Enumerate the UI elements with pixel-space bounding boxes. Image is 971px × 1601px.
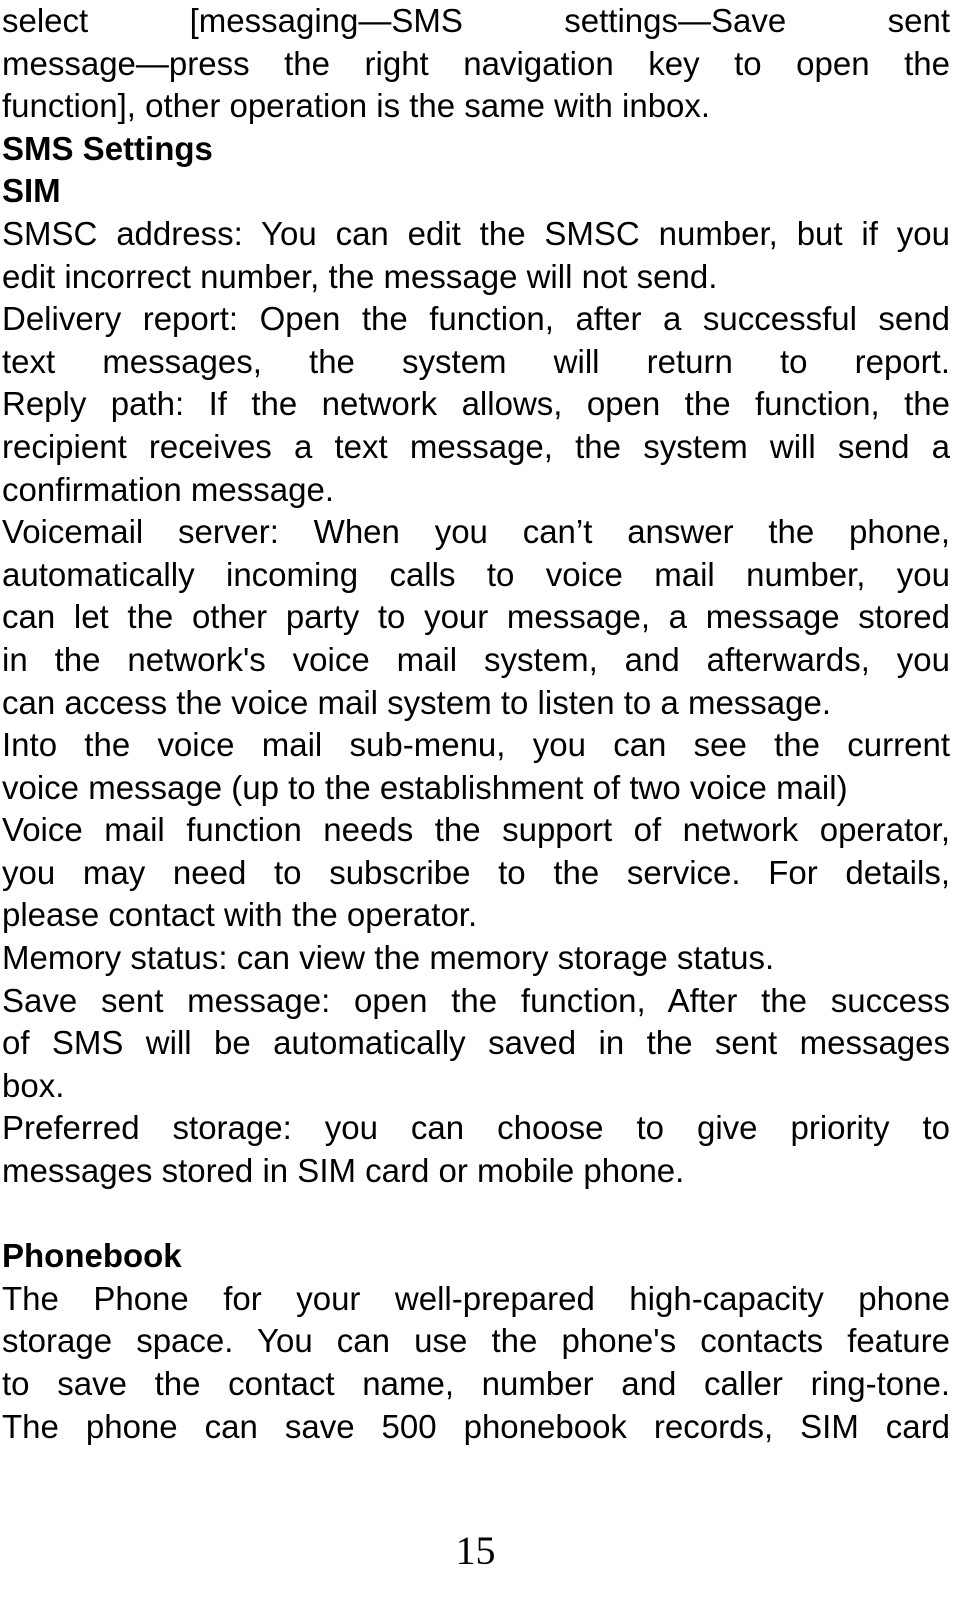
text-line: you may need to subscribe to the service… (2, 853, 950, 891)
text-line: Preferred storage: you can choose to giv… (2, 1109, 950, 1147)
preferred-storage-paragraph: Preferred storage: you can choose to giv… (2, 1107, 950, 1192)
text-line: Reply path: If the network allows, open … (2, 385, 950, 423)
text-line: in the network's voice mail system, and … (2, 640, 950, 678)
text-line: automatically incoming calls to voice ma… (2, 555, 950, 593)
text-line: text messages, the system will return to… (2, 342, 950, 380)
voice-mail-submenu-paragraph: Into the voice mail sub-menu, you can se… (2, 724, 950, 809)
text-line: voice message (up to the establishment o… (2, 768, 848, 806)
text-line: Voice mail function needs the support of… (2, 811, 950, 849)
text-line: please contact with the operator. (2, 896, 478, 934)
voice-mail-operator-paragraph: Voice mail function needs the support of… (2, 809, 950, 937)
voicemail-server-paragraph: Voicemail server: When you can’t answer … (2, 511, 950, 724)
text-line: select [messaging—SMS settings—Save sent (2, 2, 950, 39)
save-sent-message-paragraph: Save sent message: open the function, Af… (2, 980, 950, 1108)
text-line: The Phone for your well-prepared high-ca… (2, 1279, 950, 1317)
memory-status-paragraph: Memory status: can view the memory stora… (2, 937, 950, 980)
smsc-address-paragraph: SMSC address: You can edit the SMSC numb… (2, 213, 950, 298)
text-line: to save the contact name, number and cal… (2, 1365, 950, 1402)
text-line: The phone can save 500 phonebook records… (2, 1407, 950, 1445)
text-line: SMSC address: You can edit the SMSC numb… (2, 214, 950, 252)
text-line: message—press the right navigation key t… (2, 44, 950, 82)
page-number: 15 (455, 1528, 496, 1573)
delivery-report-paragraph: Delivery report: Open the function, afte… (2, 298, 950, 511)
text-line: box. (2, 1066, 65, 1104)
text-line: can let the other party to your message,… (2, 598, 950, 636)
text-line: of SMS will be automatically saved in th… (2, 1024, 950, 1062)
text-line: edit incorrect number, the message will … (2, 257, 718, 295)
text-line: recipient receives a text message, the s… (2, 427, 950, 465)
text-line: Memory status: can view the memory stora… (2, 939, 775, 977)
text-line: Into the voice mail sub-menu, you can se… (2, 726, 950, 764)
heading-sms-settings: SMS Settings (2, 129, 213, 167)
text-line: storage space. You can use the phone's c… (2, 1322, 950, 1360)
text-line: can access the voice mail system to list… (2, 683, 832, 721)
text-line: Voicemail server: When you can’t answer … (2, 513, 950, 551)
text-line: Save sent message: open the function, Af… (2, 981, 950, 1019)
intro-paragraph: select [messaging—SMS settings—Save sent… (2, 0, 950, 128)
document-page: select [messaging—SMS settings—Save sent… (2, 0, 950, 1448)
text-line: confirmation message. (2, 470, 334, 508)
heading-phonebook: Phonebook (2, 1237, 182, 1275)
text-line: Delivery report: Open the function, afte… (2, 300, 950, 338)
phonebook-paragraph: The Phone for your well-prepared high-ca… (2, 1278, 950, 1448)
heading-sim: SIM (2, 172, 61, 210)
text-line: messages stored in SIM card or mobile ph… (2, 1152, 685, 1190)
text-line: function], other operation is the same w… (2, 87, 711, 125)
